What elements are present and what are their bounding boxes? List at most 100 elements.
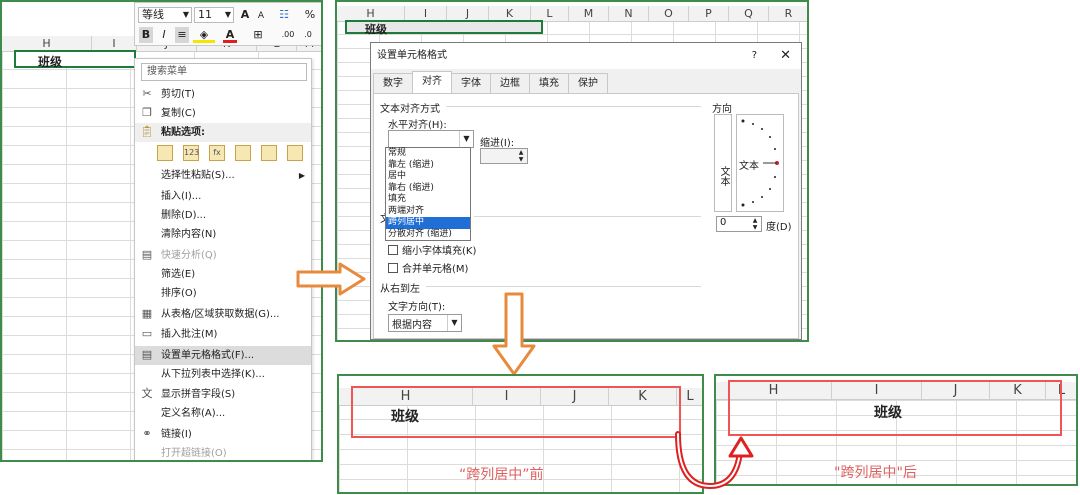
format-cells-icon: ▤ <box>141 348 153 361</box>
tab-font[interactable]: 字体 <box>451 73 491 93</box>
orientation-dial[interactable]: 文本 <box>736 114 784 212</box>
curved-arrow-icon <box>675 431 754 490</box>
font-name-value: 等线 <box>142 8 164 21</box>
text-direction-label: 文字方向(T): <box>388 302 446 313</box>
font-size-value: 11 <box>198 8 212 21</box>
vertical-text-orientation[interactable]: 文本 <box>714 114 732 212</box>
percent-button[interactable]: % <box>303 7 317 23</box>
increase-decimal-icon[interactable]: .00 <box>279 27 297 43</box>
paste-icon[interactable] <box>157 145 173 161</box>
increase-font-button[interactable]: A <box>239 7 251 23</box>
tab-fill[interactable]: 填充 <box>529 73 569 93</box>
panel-before: H I J K L 班级 “跨列居中”前 <box>337 374 704 494</box>
col-header-o[interactable]: O <box>649 6 689 21</box>
context-menu: 搜索菜单 ✂ 剪切(T) ❐ 复制(C) 📋︎ 粘贴选项: 123 fx 选择性粘贴(… <box>134 58 312 460</box>
menu-item-label: 删除(D)... <box>161 210 207 221</box>
bold-button[interactable]: B <box>139 27 153 43</box>
number-format-icon[interactable]: ☷ <box>273 7 295 23</box>
search-menu-input[interactable]: 搜索菜单 <box>141 63 307 81</box>
close-button[interactable]: ✕ <box>780 43 791 69</box>
menu-item-label: 插入批注(M) <box>161 329 218 340</box>
menu-item-copy[interactable]: ❐ 复制(C) <box>135 104 311 123</box>
indent-spinner[interactable]: ▲ ▼ <box>480 148 528 164</box>
borders-icon[interactable]: ⊞ <box>251 27 265 43</box>
col-header-l[interactable]: L <box>677 388 702 405</box>
fill-color-icon[interactable]: ◈ <box>193 27 215 43</box>
checkbox-box <box>388 244 398 255</box>
option-center[interactable]: 居中 <box>386 171 470 183</box>
tab-alignment[interactable]: 对齐 <box>412 71 452 93</box>
font-size-select[interactable]: 11 ▼ <box>194 7 234 23</box>
selected-cell[interactable]: 班级 <box>14 50 136 69</box>
menu-item-get-data[interactable]: ▦ 从表格/区域获取数据(G)... <box>135 305 311 324</box>
paste-formulas-icon[interactable]: fx <box>209 145 225 161</box>
option-center-across-selection[interactable]: 跨列居中 <box>386 217 470 229</box>
checkbox-label: 合并单元格(M) <box>402 264 469 275</box>
menu-item-link[interactable]: ⚭ 链接(I) <box>135 425 311 444</box>
col-header-h[interactable]: H <box>337 6 405 21</box>
col-header-m[interactable]: M <box>569 6 609 21</box>
col-header-i[interactable]: I <box>92 36 137 51</box>
col-header-l[interactable]: L <box>531 6 569 21</box>
menu-item-label: 从下拉列表中选择(K)... <box>161 369 265 380</box>
col-header-j[interactable]: J <box>447 6 489 21</box>
col-header-n[interactable]: N <box>609 6 649 21</box>
decrease-font-button[interactable]: A <box>255 8 267 24</box>
spinner-arrows-icon: ▲ ▼ <box>518 149 524 163</box>
merge-cells-checkbox[interactable]: 合并单元格(M) <box>388 260 468 275</box>
align-center-icon[interactable]: ≡ <box>175 27 189 43</box>
col-header-h[interactable]: H <box>2 36 92 51</box>
menu-item-label: 快速分析(Q) <box>161 250 217 261</box>
shrink-to-fit-checkbox[interactable]: 缩小字体填充(K) <box>388 242 476 257</box>
menu-item-label: 链接(I) <box>161 429 192 440</box>
dialog-title: 设置单元格格式 <box>377 50 447 61</box>
help-button[interactable]: ? <box>752 43 757 69</box>
menu-item-insert[interactable]: 插入(I)... <box>135 187 311 206</box>
divider <box>446 106 701 107</box>
selected-cell[interactable]: 班级 <box>345 20 543 36</box>
tab-protection[interactable]: 保护 <box>568 73 608 93</box>
col-header-r[interactable]: R <box>769 6 807 21</box>
col-header-q[interactable]: Q <box>729 6 769 21</box>
menu-item-pick-from-list[interactable]: 从下拉列表中选择(K)... <box>135 365 311 384</box>
menu-item-clear-contents[interactable]: 清除内容(N) <box>135 225 311 244</box>
menu-item-cut[interactable]: ✂ 剪切(T) <box>135 85 311 104</box>
option-distributed-indent[interactable]: 分散对齐 (缩进) <box>386 229 470 241</box>
option-justify[interactable]: 两端对齐 <box>386 206 470 218</box>
col-header-p[interactable]: P <box>689 6 729 21</box>
paste-link-icon[interactable] <box>287 145 303 161</box>
menu-item-label: 插入(I)... <box>161 191 202 202</box>
menu-item-phonetic[interactable]: 文显示拼音字段(S) <box>135 385 311 404</box>
menu-item-sort[interactable]: 排序(O) <box>135 284 311 303</box>
menu-item-filter[interactable]: 筛选(E) <box>135 265 311 284</box>
dialog-title-bar: 设置单元格格式 ? ✕ <box>371 43 801 69</box>
option-fill[interactable]: 填充 <box>386 194 470 206</box>
copy-icon: ❐ <box>142 106 152 119</box>
menu-item-format-cells[interactable]: ▤ 设置单元格格式(F)... <box>135 346 311 365</box>
tab-border[interactable]: 边框 <box>490 73 530 93</box>
menu-item-define-name[interactable]: 定义名称(A)... <box>135 404 311 423</box>
paste-formatting-icon[interactable] <box>261 145 277 161</box>
option-left-indent[interactable]: 靠左 (缩进) <box>386 160 470 172</box>
tab-number[interactable]: 数字 <box>373 73 413 93</box>
text-direction-value: 根据内容 <box>392 320 432 331</box>
option-general[interactable]: 常规 <box>386 148 470 160</box>
text-direction-select[interactable]: 根据内容 ▼ <box>388 314 462 332</box>
horizontal-align-select[interactable]: ▼ <box>388 130 474 148</box>
menu-item-label: 剪切(T) <box>161 89 195 100</box>
decrease-decimal-icon[interactable]: .0 <box>299 27 317 43</box>
menu-item-label: 显示拼音字段(S) <box>161 389 236 400</box>
link-icon: ⚭ <box>142 427 152 440</box>
degree-spinner[interactable]: 0 ▲ ▼ <box>716 216 762 232</box>
option-right-indent[interactable]: 靠右 (缩进) <box>386 183 470 195</box>
italic-button[interactable]: I <box>157 27 171 43</box>
paste-values-icon[interactable]: 123 <box>183 145 199 161</box>
menu-item-paste-special[interactable]: 选择性粘贴(S)... ▶ <box>135 166 311 185</box>
col-header-i[interactable]: I <box>405 6 447 21</box>
col-header-k[interactable]: K <box>489 6 531 21</box>
font-name-select[interactable]: 等线 ▼ <box>138 7 192 23</box>
paste-transpose-icon[interactable] <box>235 145 251 161</box>
menu-item-delete[interactable]: 删除(D)... <box>135 206 311 225</box>
font-color-button[interactable]: A <box>223 27 237 43</box>
menu-item-insert-comment[interactable]: ▭ 插入批注(M) <box>135 325 311 344</box>
